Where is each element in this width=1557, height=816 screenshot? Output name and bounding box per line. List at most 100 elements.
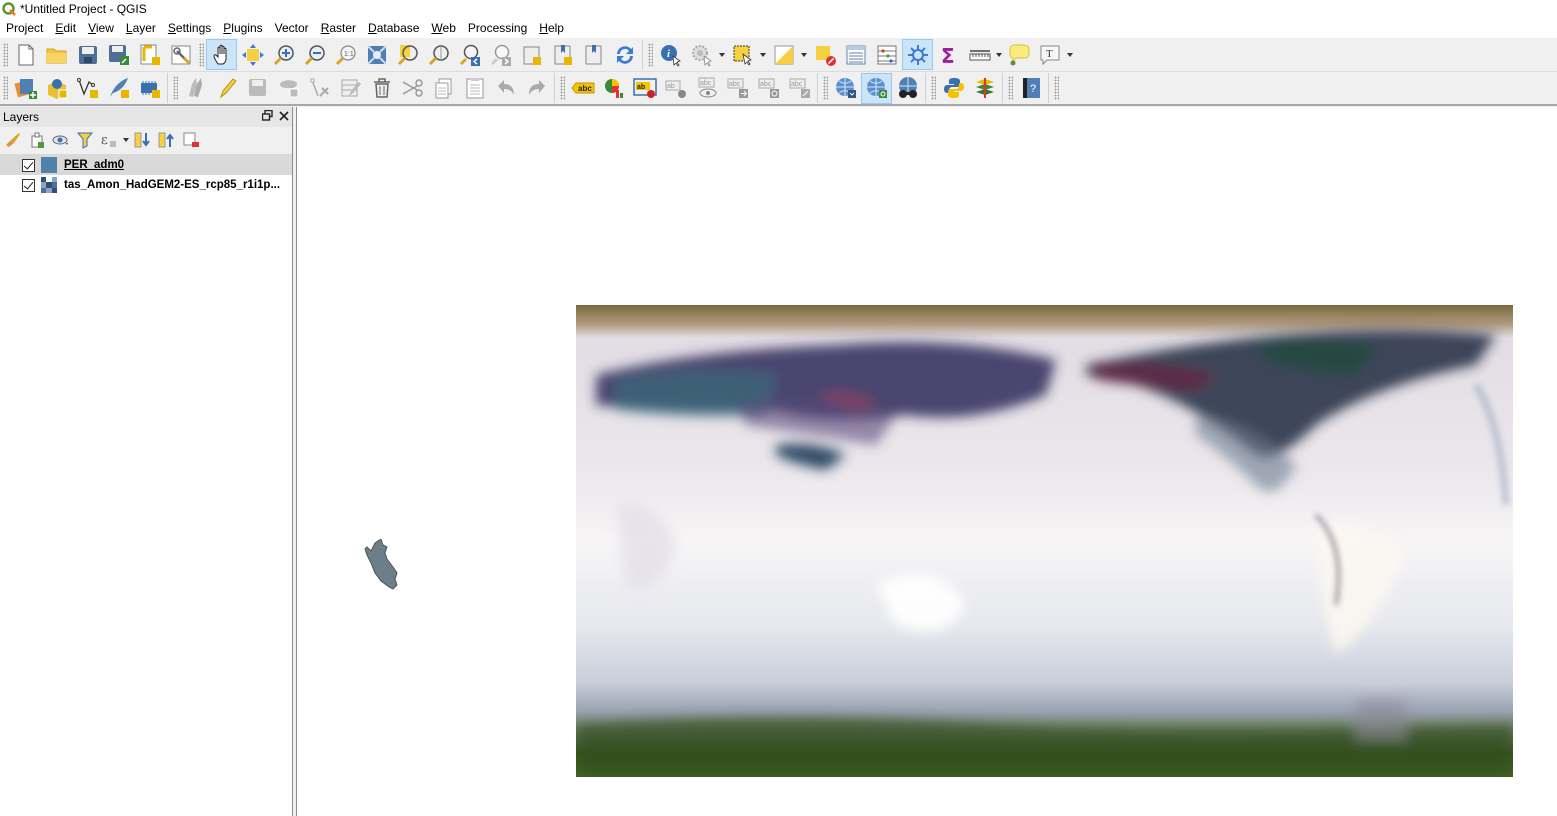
layer-item-per-adm0[interactable]: PER_adm0 (0, 155, 292, 175)
zoom-to-selection-button[interactable] (392, 39, 423, 70)
deselect-button[interactable] (809, 39, 840, 70)
layer-visibility-checkbox[interactable] (22, 158, 35, 172)
layer-labeling-button[interactable]: abc (567, 73, 598, 104)
highlight-pinned-button[interactable]: ab (629, 73, 660, 104)
toolbar-grip[interactable] (823, 76, 828, 100)
menu-vector[interactable]: Vector (269, 18, 315, 39)
expand-all-button[interactable] (132, 129, 154, 151)
menu-database[interactable]: Database (362, 18, 425, 39)
new-bookmark-button[interactable] (547, 39, 578, 70)
delete-selected-button[interactable] (366, 73, 397, 104)
measure-dropdown[interactable] (995, 39, 1003, 70)
toolbar-grip[interactable] (648, 42, 653, 67)
zoom-out-button[interactable] (299, 39, 330, 70)
attribute-table-button[interactable] (840, 39, 871, 70)
save-edits-button[interactable] (242, 73, 273, 104)
redo-button[interactable] (521, 73, 552, 104)
modify-attributes-button[interactable] (335, 73, 366, 104)
cut-features-button[interactable] (397, 73, 428, 104)
text-annotation-button[interactable]: T (1034, 39, 1065, 70)
zoom-in-button[interactable] (268, 39, 299, 70)
zoom-native-button[interactable]: 1:1 (330, 39, 361, 70)
layer-diagram-button[interactable] (598, 73, 629, 104)
measure-button[interactable] (964, 39, 995, 70)
filter-legend-button[interactable] (74, 129, 96, 151)
show-hide-labels-button[interactable]: abc (691, 73, 722, 104)
openlayers-button[interactable] (892, 73, 923, 104)
metasearch-button[interactable] (830, 73, 861, 104)
layout-manager-button[interactable] (165, 39, 196, 70)
toolbar-grip[interactable] (1008, 76, 1013, 100)
toolbar-grip[interactable] (1054, 76, 1059, 100)
menu-plugins[interactable]: Plugins (217, 18, 268, 39)
menu-settings[interactable]: Settings (162, 18, 217, 39)
manage-themes-button[interactable] (50, 129, 72, 151)
new-geopackage-button[interactable] (41, 73, 72, 104)
menu-processing[interactable]: Processing (462, 18, 533, 39)
toolbar-grip[interactable] (199, 42, 204, 67)
toolbar-grip[interactable] (560, 76, 565, 100)
filter-expression-dropdown[interactable] (122, 129, 130, 151)
open-project-button[interactable] (41, 39, 72, 70)
zoom-last-button[interactable] (454, 39, 485, 70)
new-map-view-button[interactable] (516, 39, 547, 70)
pin-labels-button[interactable]: ab (660, 73, 691, 104)
toolbar-grip[interactable] (3, 42, 8, 67)
select-features-dropdown[interactable] (758, 39, 768, 70)
layer-item-tas-raster[interactable]: tas_Amon_HadGEM2-ES_rcp85_r1i1p... (0, 175, 292, 195)
identify-button[interactable]: i (655, 39, 686, 70)
remove-layer-button[interactable] (180, 129, 202, 151)
menu-edit[interactable]: Edit (49, 18, 82, 39)
show-bookmarks-button[interactable] (578, 39, 609, 70)
rotate-label-button[interactable]: abc (753, 73, 784, 104)
layer-visibility-checkbox[interactable] (22, 178, 35, 192)
new-print-layout-button[interactable] (134, 39, 165, 70)
map-tips-button[interactable] (1003, 39, 1034, 70)
new-project-button[interactable] (10, 39, 41, 70)
field-calculator-button[interactable] (871, 39, 902, 70)
data-source-manager-button[interactable] (10, 73, 41, 104)
close-panel-icon[interactable] (279, 110, 289, 124)
change-label-button[interactable]: abc (784, 73, 815, 104)
select-features-button[interactable] (727, 39, 758, 70)
add-feature-button[interactable] (273, 73, 304, 104)
filter-expression-button[interactable]: ε (98, 129, 120, 151)
zoom-full-button[interactable] (361, 39, 392, 70)
menu-project[interactable]: Project (0, 18, 49, 39)
pan-to-selection-button[interactable] (237, 39, 268, 70)
copy-features-button[interactable] (428, 73, 459, 104)
processing-plugin-button[interactable] (969, 73, 1000, 104)
move-label-button[interactable]: abc (722, 73, 753, 104)
current-edits-button[interactable] (180, 73, 211, 104)
toolbar-grip[interactable] (3, 76, 8, 100)
zoom-next-button[interactable] (485, 39, 516, 70)
save-as-button[interactable] (103, 39, 134, 70)
open-styling-button[interactable] (2, 129, 24, 151)
menu-help[interactable]: Help (533, 18, 570, 39)
add-group-button[interactable] (26, 129, 48, 151)
statistics-button[interactable]: Σ (933, 39, 964, 70)
new-shapefile-button[interactable] (72, 73, 103, 104)
toggle-editing-button[interactable] (211, 73, 242, 104)
select-by-value-dropdown[interactable] (799, 39, 809, 70)
new-spatialite-button[interactable] (103, 73, 134, 104)
help-button[interactable]: ? (1015, 73, 1046, 104)
toolbar-grip[interactable] (931, 76, 936, 100)
menu-view[interactable]: View (82, 18, 120, 39)
select-by-value-button[interactable] (768, 39, 799, 70)
paste-features-button[interactable] (459, 73, 490, 104)
run-action-button[interactable] (686, 39, 717, 70)
menu-raster[interactable]: Raster (315, 18, 362, 39)
python-console-button[interactable] (938, 73, 969, 104)
undo-button[interactable] (490, 73, 521, 104)
run-action-dropdown[interactable] (717, 39, 727, 70)
zoom-to-layer-button[interactable] (423, 39, 454, 70)
metasearch-active-button[interactable] (861, 72, 892, 104)
pan-button[interactable] (206, 39, 237, 70)
menu-layer[interactable]: Layer (120, 18, 162, 39)
float-panel-icon[interactable] (261, 109, 273, 124)
collapse-all-button[interactable] (156, 129, 178, 151)
toolbox-button[interactable] (902, 39, 933, 70)
menu-web[interactable]: Web (425, 18, 461, 39)
vertex-tool-button[interactable] (304, 73, 335, 104)
